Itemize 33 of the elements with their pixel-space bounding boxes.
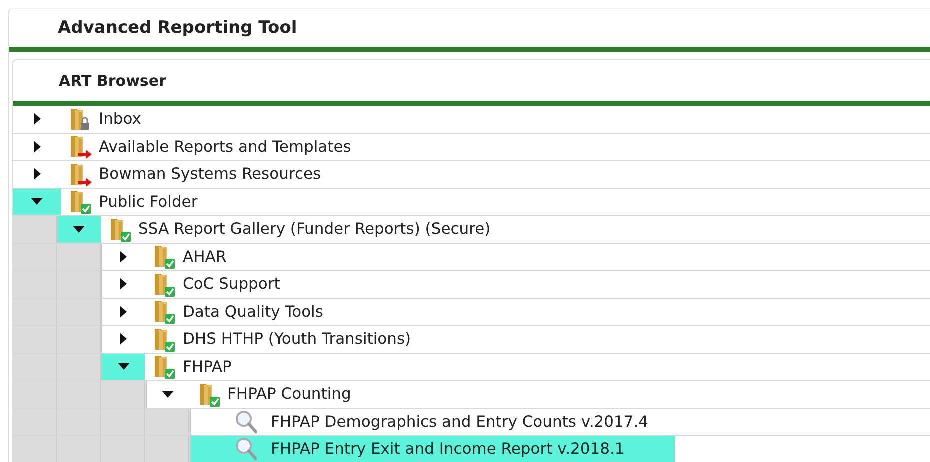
search-icon — [235, 437, 257, 462]
app-title: Advanced Reporting Tool — [57, 17, 298, 40]
folder-name: Available Reports and Templates — [99, 136, 352, 158]
report-item[interactable]: FHPAP Demographics and Entry Counts v.2017.4 — [191, 408, 698, 435]
collapse-arrow-icon — [162, 390, 174, 398]
folder-name: CoC Support — [183, 274, 280, 296]
expand-toggle[interactable] — [13, 188, 61, 215]
folder-name: Data Quality Tools — [183, 302, 324, 323]
expand-arrow-icon — [34, 113, 40, 126]
expand-toggle[interactable] — [102, 354, 145, 380]
collapse-arrow-icon — [73, 226, 85, 233]
folder-name: DHS HTHP (Youth Transitions) — [183, 329, 412, 350]
expand-arrow-icon — [120, 250, 127, 263]
collapse-arrow-icon — [118, 363, 130, 370]
folder-name: SSA Report Gallery (Funder Reports) (Secure) — [138, 219, 491, 240]
folder-name: Public Folder — [99, 192, 198, 213]
expand-arrow-icon — [34, 140, 40, 153]
expand-arrow-icon — [120, 278, 127, 290]
folder-name: Bowman Systems Resources — [99, 164, 322, 186]
folder-name: FHPAP — [183, 356, 232, 378]
collapse-arrow-icon — [31, 198, 43, 206]
expand-arrow-icon — [120, 333, 127, 346]
shared-folder-icon — [69, 134, 93, 160]
folder-name: FHPAP Counting — [228, 384, 352, 406]
browser-title: ART Browser — [58, 71, 168, 92]
shared-folder-icon — [69, 162, 93, 187]
folder-name: Inbox — [99, 109, 142, 130]
folder-name: AHAR — [183, 246, 227, 268]
report-item[interactable]: FHPAP Entry Exit and Income Report v.2018.1 — [191, 436, 675, 462]
expand-arrow-icon — [34, 168, 40, 180]
expand-toggle[interactable] — [58, 216, 100, 242]
expand-arrow-icon — [120, 306, 127, 318]
search-icon — [235, 410, 257, 434]
